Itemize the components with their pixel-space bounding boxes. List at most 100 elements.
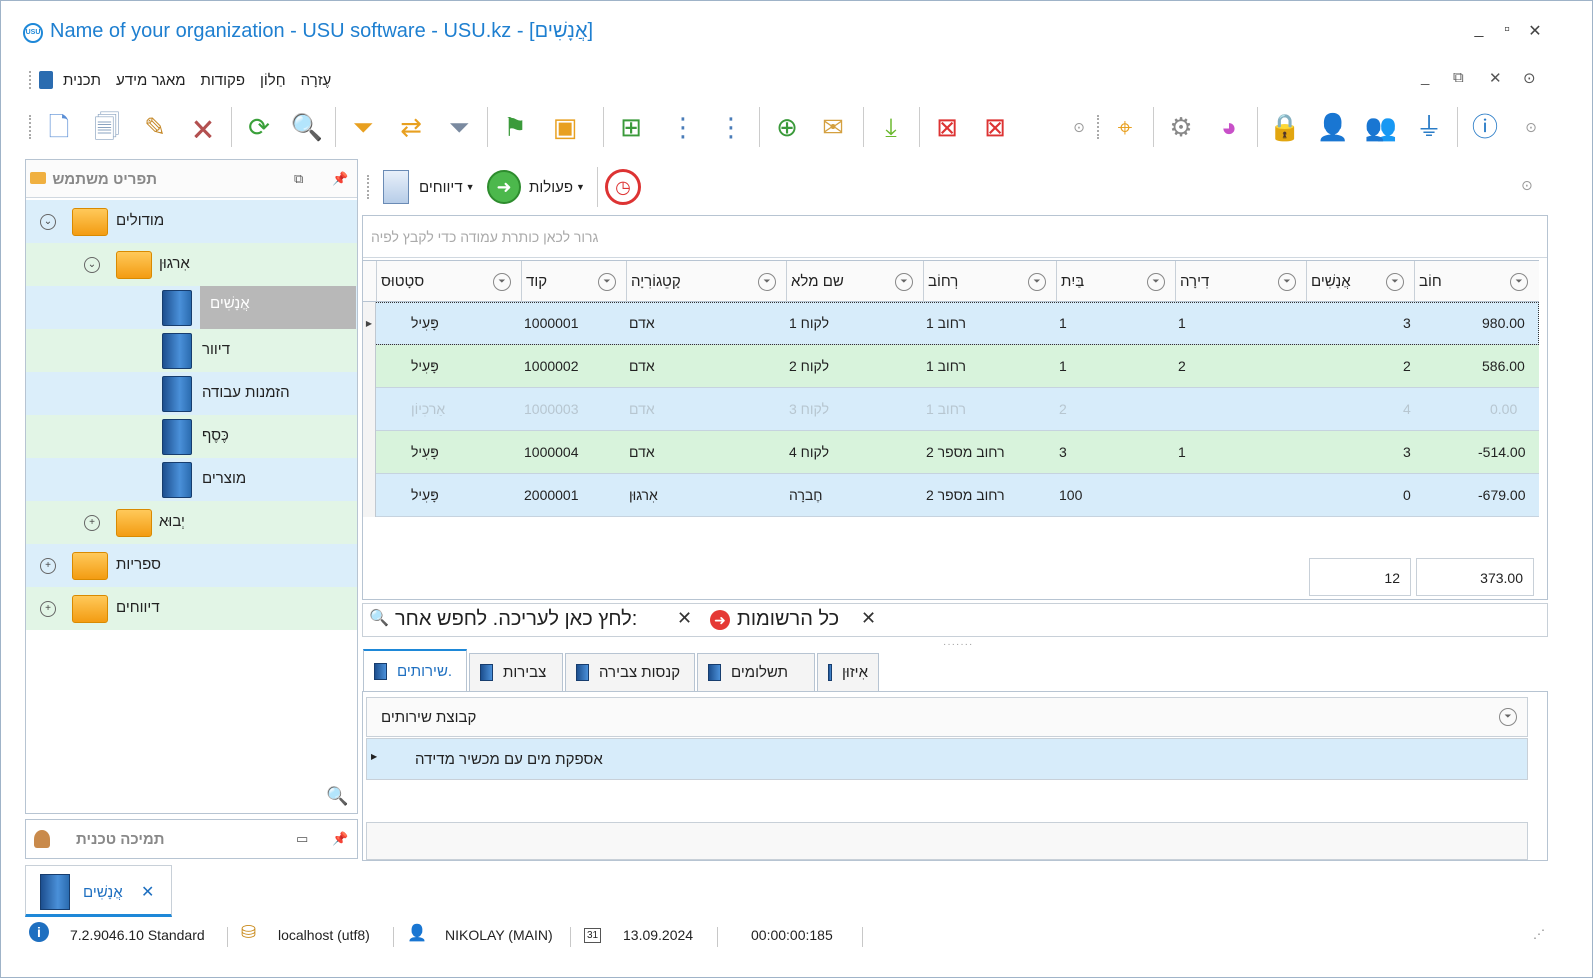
tech-support-panel[interactable]: תמיכה טכנית ▭ 📌	[25, 819, 358, 859]
filter-icon[interactable]: ⏷	[758, 273, 776, 291]
flag-icon[interactable]: ⚑	[495, 105, 535, 149]
notes-icon[interactable]: ✉	[813, 105, 853, 149]
close-all-icon[interactable]: ⊠	[975, 105, 1015, 149]
user-key-icon[interactable]: 👤	[1313, 105, 1353, 149]
tab-accruals[interactable]: צבירות	[469, 653, 563, 691]
reports-button[interactable]: דיווחים ▼	[383, 169, 475, 205]
actions-button[interactable]: ➜ פעולות ▼	[487, 169, 585, 205]
column-full-name[interactable]: שם מלא ⏷	[786, 261, 923, 303]
filter-icon[interactable]: ⏷	[1278, 273, 1296, 291]
filter-icon[interactable]: ⏷	[343, 105, 383, 149]
filter-icon[interactable]: ⏷	[1028, 273, 1046, 291]
clear-search-icon[interactable]: ✕	[677, 608, 692, 629]
expand-icon[interactable]: ⊞	[611, 105, 651, 149]
column-apartment[interactable]: דִירָה ⏷	[1175, 261, 1306, 303]
panel-restore-icon[interactable]: ▭	[296, 831, 308, 847]
tab-payments[interactable]: תשלומים	[697, 653, 815, 691]
filter-icon[interactable]: ⏷	[493, 273, 511, 291]
menu-window[interactable]: חַלוֹן	[260, 72, 286, 89]
expand-icon[interactable]: +	[40, 601, 56, 617]
search-edit-link[interactable]: לחץ כאן לעריכה. לחפש אחר:	[395, 608, 637, 631]
expand-icon[interactable]: +	[84, 515, 100, 531]
filter-icon[interactable]: ⏷	[1510, 273, 1528, 291]
column-debt[interactable]: חוֹב ⏷	[1414, 261, 1538, 303]
column-people[interactable]: אֲנָשִׁים ⏷	[1306, 261, 1414, 303]
table-row[interactable]: פָּעִיל 2000001 אִרגוּן חֶברָה רחוב מספר…	[363, 474, 1539, 517]
tree-item-libraries[interactable]: + ספריות	[26, 544, 357, 587]
filter-icon[interactable]: ⏷	[895, 273, 913, 291]
mdi-close-button[interactable]: ✕	[1489, 69, 1502, 87]
search-icon[interactable]: 🔍	[326, 786, 348, 807]
info-icon[interactable]: ⓘ	[1465, 105, 1505, 149]
close-button[interactable]: ✕	[1525, 21, 1545, 41]
panel-pin-icon[interactable]: 📌	[332, 831, 348, 847]
clear-filter-icon[interactable]: ✕	[861, 608, 876, 629]
resize-grip-icon[interactable]: ⋰	[1533, 927, 1545, 941]
tab-balance[interactable]: אִיזוּן	[817, 653, 879, 691]
tree-item-mailing[interactable]: דיוור	[26, 329, 357, 372]
users-icon[interactable]: 👥	[1361, 105, 1401, 149]
table-row[interactable]: ▶ אספקת מים עם מכשיר מדידה	[366, 738, 1528, 780]
toolbar-options-icon[interactable]: ⊙	[1059, 105, 1099, 149]
table-row[interactable]: אַרכִיוֹן 1000003 אדם לקוח 3 רחוב 1 2 4 …	[363, 388, 1539, 431]
document-tab-people[interactable]: אֲנָשִׁים ✕	[25, 865, 172, 917]
refresh-icon[interactable]: ⟳	[239, 105, 279, 149]
mdi-minimize-button[interactable]: _	[1421, 69, 1429, 86]
table-row[interactable]: ▶ פָּעִיל 1000001 אדם לקוח 1 רחוב 1 1 1 …	[363, 302, 1539, 345]
tree-up-icon[interactable]: ⋮	[711, 105, 751, 149]
menu-program[interactable]: תכנית	[63, 72, 101, 89]
gear-icon[interactable]: ⚙	[1161, 105, 1201, 149]
maximize-button[interactable]: ▫	[1497, 21, 1517, 39]
color-wheel-icon[interactable]: ◕	[1209, 105, 1249, 149]
all-records-filter[interactable]: כל הרשומות	[737, 608, 839, 631]
search-icon[interactable]: 🔍	[287, 105, 327, 149]
tab-services[interactable]: שירותים.	[363, 649, 467, 691]
expand-icon[interactable]: +	[40, 558, 56, 574]
close-window-icon[interactable]: ⊠	[927, 105, 967, 149]
column-service-group[interactable]: קבוצת שירותים	[381, 709, 476, 726]
column-status[interactable]: סטָטוּס ⏷	[376, 261, 521, 303]
column-code[interactable]: קוד ⏷	[521, 261, 626, 303]
tree-item-people[interactable]: אֲנָשִׁים	[26, 286, 357, 329]
plug-icon[interactable]: ⏚	[1409, 105, 1449, 149]
toolbar-options-icon[interactable]: ⊙	[1521, 177, 1533, 194]
edit-icon[interactable]: ✎	[135, 105, 175, 149]
new-doc-icon[interactable]: 🗋	[39, 105, 79, 149]
tree-item-import[interactable]: + יְבוּא	[26, 501, 357, 544]
panel-float-icon[interactable]: ⧉	[294, 171, 303, 187]
location-icon[interactable]: ⌖	[1105, 105, 1145, 149]
filter-icon[interactable]: ⏷	[1499, 708, 1517, 726]
copy-icon[interactable]: 🗐	[87, 105, 127, 149]
table-row[interactable]: פָּעִיל 1000004 אדם לקוח 4 רחוב מספר 2 3…	[363, 431, 1539, 474]
timer-button[interactable]: ◷	[605, 169, 641, 205]
close-tab-icon[interactable]: ✕	[141, 882, 154, 902]
lock-icon[interactable]: 🔒	[1265, 105, 1305, 149]
menu-database[interactable]: מאגר מידע	[116, 72, 186, 89]
menu-help[interactable]: עֶזרָה	[301, 72, 332, 89]
tree-icon[interactable]: ⋮	[663, 105, 703, 149]
filter-icon[interactable]: ⏷	[598, 273, 616, 291]
filter-edit-icon[interactable]: ⇄	[391, 105, 431, 149]
tree-item-money[interactable]: כֶּסֶף	[26, 415, 357, 458]
tree-item-reports[interactable]: + דיווחים	[26, 587, 357, 630]
tab-accrual-fines[interactable]: קנסות צבירה	[565, 653, 695, 691]
column-street[interactable]: רְחוֹב ⏷	[923, 261, 1056, 303]
filter-icon[interactable]: ⏷	[1147, 273, 1165, 291]
tree-item-products[interactable]: מוצרים	[26, 458, 357, 501]
add-column-icon[interactable]: ⊕	[767, 105, 807, 149]
filter-clear-icon[interactable]: ⏷	[439, 105, 479, 149]
tree-item-work-orders[interactable]: הזמנות עבודה	[26, 372, 357, 415]
toolbar-options-icon-2[interactable]: ⊙	[1511, 105, 1551, 149]
collapse-icon[interactable]: ⌄	[84, 257, 100, 273]
tree-item-organization[interactable]: ⌄ אִרגוּן	[26, 243, 357, 286]
image-icon[interactable]: ▣	[545, 105, 585, 149]
panel-pin-icon[interactable]: 📌	[332, 171, 348, 187]
delete-icon[interactable]: 🗙	[183, 105, 223, 149]
tree-item-modules[interactable]: ⌄ מודולים	[26, 200, 357, 243]
menu-commands[interactable]: פקודות	[201, 72, 245, 89]
table-row[interactable]: פָּעִיל 1000002 אדם לקוח 2 רחוב 1 1 2 2 …	[363, 345, 1539, 388]
column-category[interactable]: קָטֵגוֹרִיָה ⏷	[626, 261, 786, 303]
column-house[interactable]: בַּיִת ⏷	[1056, 261, 1175, 303]
minimize-button[interactable]: _	[1469, 21, 1489, 39]
download-icon[interactable]: ⤓	[871, 105, 911, 149]
